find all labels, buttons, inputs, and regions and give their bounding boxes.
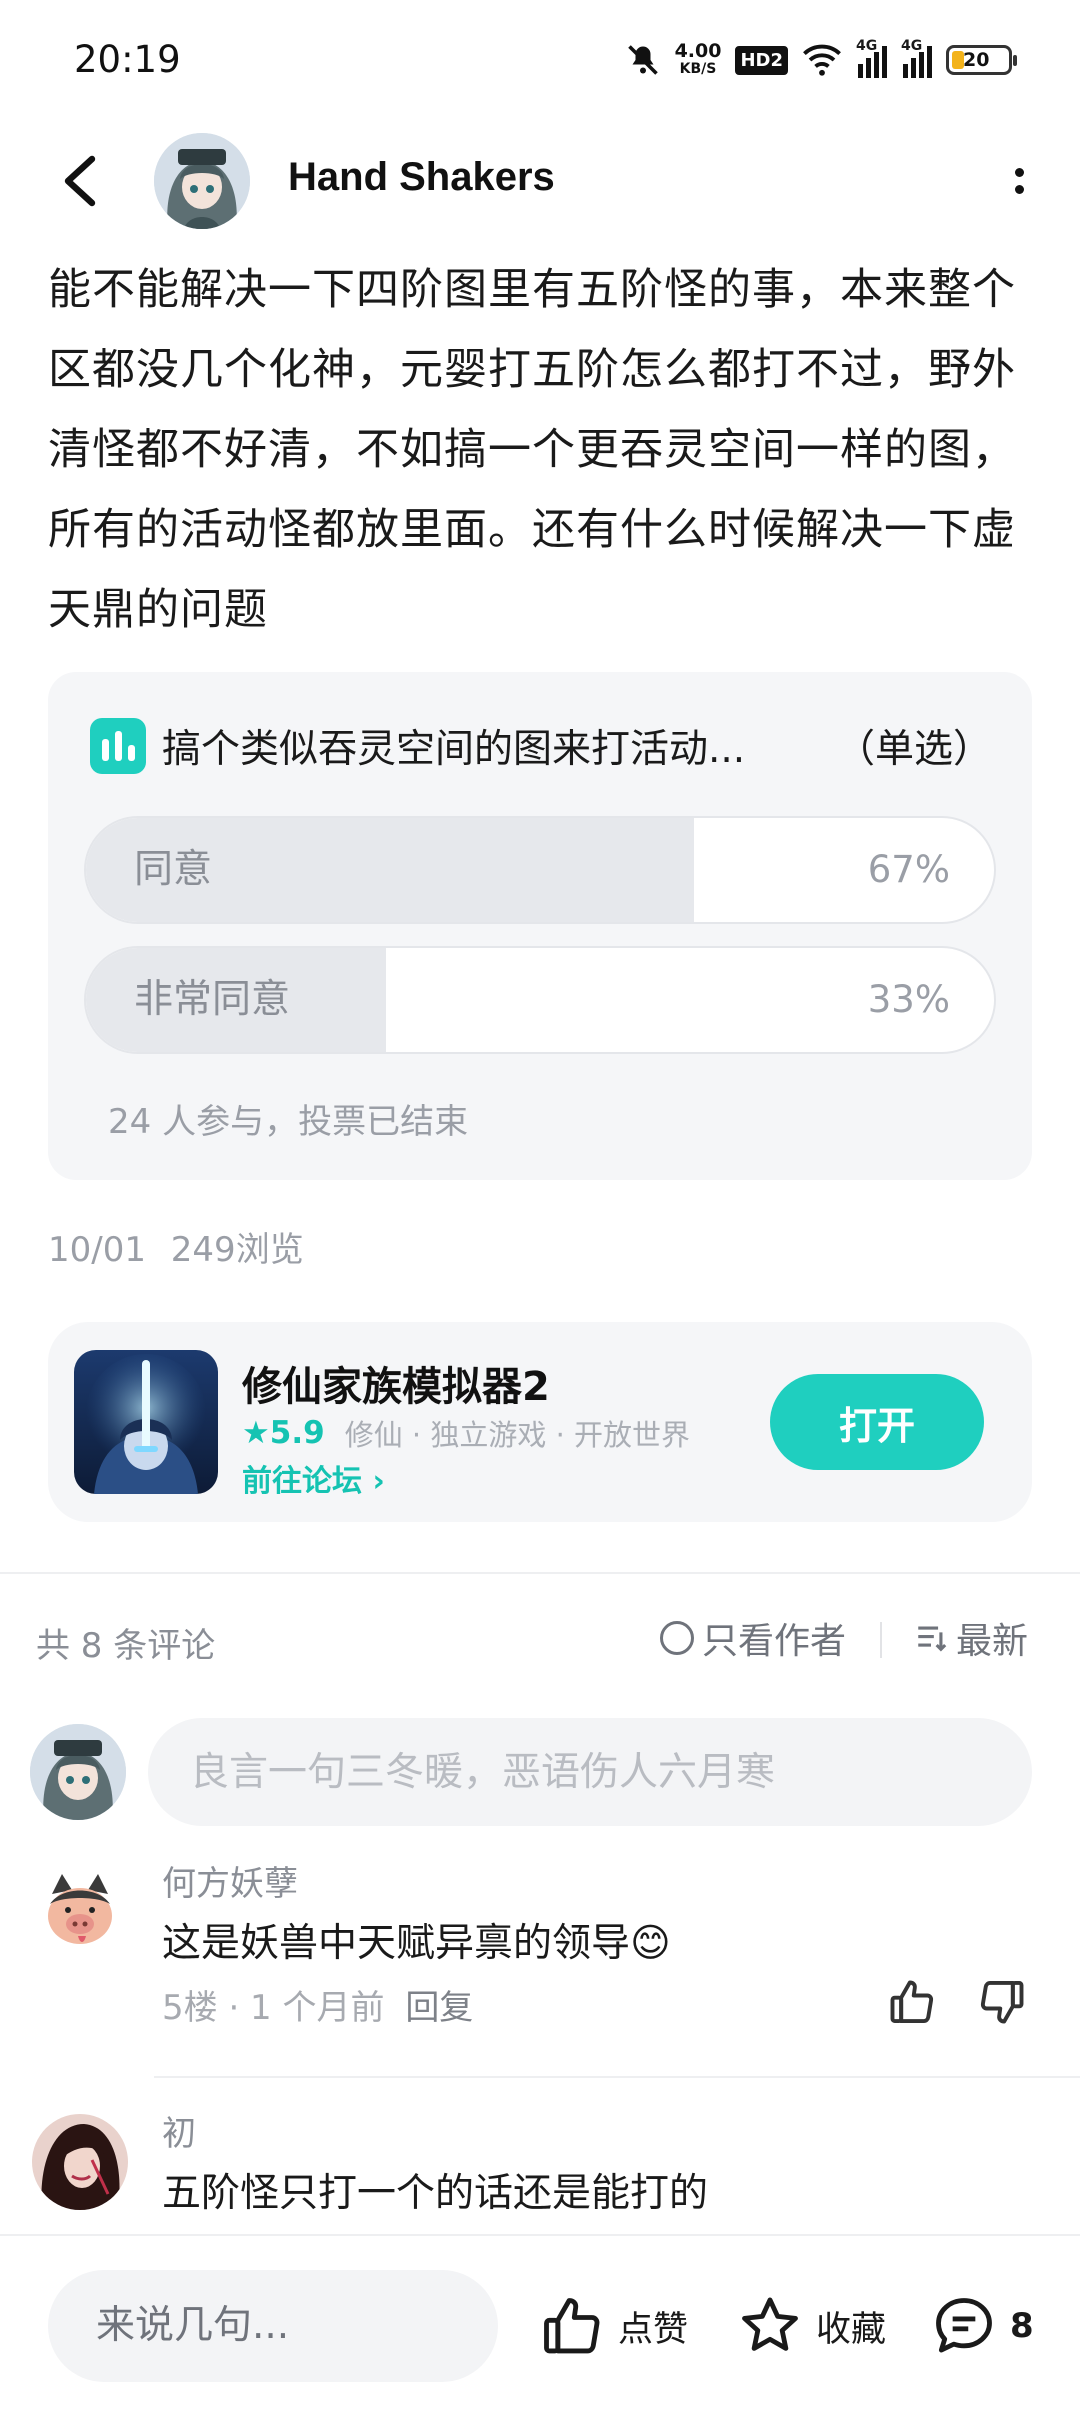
post-date: 10/01 [48, 1230, 146, 1270]
post-body: 能不能解决一下四阶图里有五阶怪的事，本来整个区都没几个化神，元婴打五阶怎么都打不… [48, 265, 1016, 635]
signal-2: 4G [901, 38, 932, 78]
status-time: 20:19 [74, 38, 181, 81]
commenter-avatar[interactable] [32, 2114, 128, 2210]
chat-bubble-icon [936, 2298, 992, 2353]
status-icons: 4.00 KB/S HD2 4G 4G 20 [625, 38, 1017, 82]
mute-icon [627, 45, 658, 75]
header-separator [880, 1622, 882, 1658]
thumbs-down-icon[interactable] [976, 1976, 1028, 2028]
poll-option-label: 同意 [134, 847, 213, 892]
game-icon[interactable] [74, 1350, 218, 1494]
top-nav: Hand Shakers [0, 125, 1080, 235]
quick-comment-input[interactable]: 来说几句... [48, 2270, 498, 2382]
poll-option[interactable]: 同意 67% [84, 816, 996, 924]
network-type: 4G [856, 38, 878, 54]
my-avatar [30, 1724, 126, 1820]
net-speed: 4.00 KB/S [675, 42, 722, 78]
star-icon [742, 2297, 798, 2351]
hd-badge: HD2 [735, 45, 788, 75]
like-label: 点赞 [618, 2309, 689, 2350]
favorite-button[interactable]: 收藏 [736, 2286, 886, 2366]
forum-link[interactable]: 前往论坛 › [242, 1456, 385, 1500]
author-only-label: 只看作者 [702, 1621, 847, 1662]
anime-girl-avatar-icon [154, 133, 250, 229]
back-button[interactable] [52, 153, 108, 209]
net-speed-value: 4.00 [674, 40, 722, 62]
game-card[interactable]: 修仙家族模拟器2 ★5.9 修仙 · 独立游戏 · 开放世界 前往论坛 › 打开 [48, 1322, 1032, 1522]
poll-option[interactable]: 非常同意 33% [84, 946, 996, 1054]
bottom-bar: 来说几句... 点赞 收藏 8 [0, 2234, 1080, 2412]
commenter-avatar[interactable] [32, 1864, 128, 1960]
comment-count: 共 8 条评论 [36, 1626, 216, 1666]
anime-girl-avatar-icon [30, 1724, 126, 1820]
battery-level: 20 [963, 49, 990, 71]
dark-hair-avatar-icon [32, 2114, 128, 2210]
favorite-label: 收藏 [816, 2309, 887, 2350]
poll-option-percent: 67% [867, 848, 950, 891]
sort-icon [918, 1626, 947, 1652]
comment-text: 五阶怪只打一个的话还是能打的 [162, 2171, 709, 2216]
sword-hero-artwork-icon [74, 1350, 218, 1494]
commenter-name[interactable]: 何方妖孽 [162, 1856, 298, 1905]
radio-icon [660, 1621, 694, 1655]
status-bar: 20:19 4.00 KB/S HD2 4G 4G 20 [0, 0, 1080, 125]
like-button[interactable]: 点赞 [538, 2286, 688, 2366]
author-only-toggle[interactable]: 只看作者 [660, 1612, 846, 1664]
post-views: 249浏览 [170, 1230, 304, 1270]
post-meta: 10/01 249浏览 [48, 1222, 304, 1271]
game-name[interactable]: 修仙家族模拟器2 [242, 1354, 550, 1412]
poll-type: （单选） [835, 727, 992, 772]
game-rating: ★5.9 [242, 1415, 325, 1451]
back-arrow-icon [64, 155, 96, 207]
reply-button[interactable]: 回复 [405, 1988, 473, 2028]
poll-header: 搞个类似吞灵空间的图来打活动... （单选） [90, 716, 992, 776]
author-avatar[interactable] [154, 133, 250, 229]
game-tags-row: ★5.9 修仙 · 独立游戏 · 开放世界 [242, 1412, 690, 1454]
battery-icon: 20 [946, 45, 1017, 75]
open-game-button[interactable]: 打开 [770, 1374, 984, 1470]
comment-text: 这是妖兽中天赋异禀的领导😊 [162, 1921, 671, 1966]
comment-meta-row: 5楼 · 1 个月前 回复 [162, 1980, 473, 2029]
network-type: 4G [901, 38, 923, 54]
more-vertical-icon[interactable] [994, 153, 1044, 209]
wifi-icon [803, 44, 841, 76]
game-tags: 修仙 · 独立游戏 · 开放世界 [344, 1418, 691, 1452]
poll-option-percent: 33% [867, 978, 950, 1021]
poll-title: 搞个类似吞灵空间的图来打活动... [162, 727, 746, 772]
bar-chart-icon [90, 718, 146, 774]
comment-meta: 5楼 · 1 个月前 [162, 1988, 385, 2028]
thumbs-up-icon[interactable] [886, 1976, 938, 2028]
sort-button[interactable]: 最新 [914, 1612, 1028, 1664]
signal-1: 4G [856, 38, 887, 78]
commenter-name[interactable]: 初 [162, 2106, 196, 2155]
comments-button[interactable]: 8 [930, 2286, 1034, 2366]
pig-avatar-icon [32, 1864, 128, 1960]
comment-input[interactable] [148, 1718, 1032, 1826]
section-divider [0, 1572, 1080, 1574]
comment-divider [154, 2076, 1080, 2078]
sort-label: 最新 [956, 1621, 1029, 1662]
poll-card: 搞个类似吞灵空间的图来打活动... （单选） 同意 67% 非常同意 33% 2… [48, 672, 1032, 1180]
thumbs-up-icon [544, 2298, 600, 2354]
author-name[interactable]: Hand Shakers [288, 155, 555, 200]
poll-option-label: 非常同意 [134, 977, 291, 1022]
comment-total: 8 [1010, 2306, 1034, 2346]
poll-footer: 24 人参与，投票已结束 [108, 1102, 469, 1142]
net-speed-unit: KB/S [679, 61, 717, 77]
